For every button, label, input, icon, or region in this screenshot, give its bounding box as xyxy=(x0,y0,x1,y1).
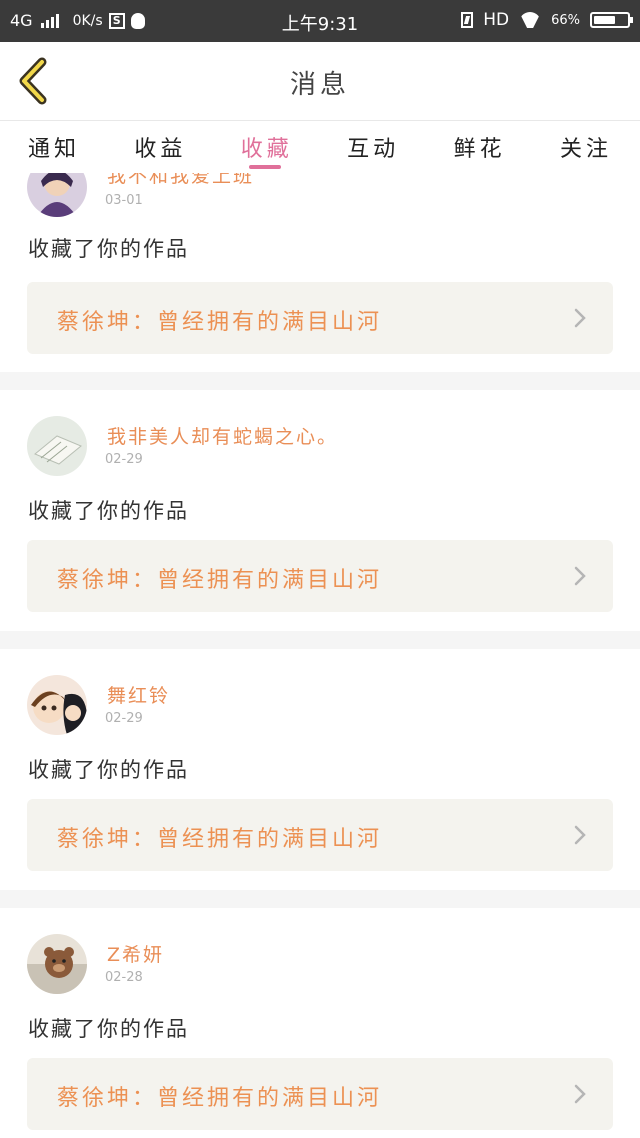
tab-label: 收益 xyxy=(134,137,187,162)
tab-bar: 通知 收益 收藏 互动 鲜花 关注 xyxy=(0,121,640,173)
avatar-anime-girls-icon[interactable] xyxy=(27,675,87,735)
list-item: 我非美人却有蛇蝎之心。 02-29 收藏了你的作品 蔡徐坤：曾经拥有的满目山河 xyxy=(0,390,640,631)
tab-notifications[interactable]: 通知 xyxy=(28,121,80,173)
battery-level xyxy=(594,16,615,24)
tab-interactions[interactable]: 互动 xyxy=(347,121,399,173)
username[interactable]: Z希妍 xyxy=(107,940,164,967)
tab-follows[interactable]: 关注 xyxy=(560,121,612,173)
chevron-right-icon xyxy=(574,825,586,845)
work-link[interactable]: 蔡徐坤：曾经拥有的满目山河 xyxy=(27,282,613,354)
date: 03-01 xyxy=(105,193,143,208)
hd-label: HD xyxy=(483,10,510,30)
message-text: 收藏了你的作品 xyxy=(28,499,189,523)
tab-label: 关注 xyxy=(559,137,612,162)
avatar-bear-icon[interactable] xyxy=(27,934,87,994)
list-item: Z希妍 02-28 收藏了你的作品 蔡徐坤：曾经拥有的满目山河 xyxy=(0,908,640,1138)
work-link[interactable]: 蔡徐坤：曾经拥有的满目山河 xyxy=(27,540,613,612)
work-title: 蔡徐坤：曾经拥有的满目山河 xyxy=(57,1086,383,1111)
tab-flowers[interactable]: 鲜花 xyxy=(454,121,506,173)
work-title: 蔡徐坤：曾经拥有的满目山河 xyxy=(57,568,383,593)
message-text: 收藏了你的作品 xyxy=(28,237,189,261)
message-text: 收藏了你的作品 xyxy=(28,1017,189,1041)
header: 消息 xyxy=(0,42,640,121)
avatar-purple-character-icon[interactable] xyxy=(27,173,87,217)
chevron-right-icon xyxy=(574,566,586,586)
divider xyxy=(0,890,640,908)
charging-icon xyxy=(461,12,474,28)
active-tab-indicator xyxy=(248,165,281,169)
wifi-icon xyxy=(519,12,541,28)
battery-icon xyxy=(590,12,633,28)
date: 02-28 xyxy=(105,970,143,985)
tab-earnings[interactable]: 收益 xyxy=(134,121,186,173)
username[interactable]: 我非美人却有蛇蝎之心。 xyxy=(107,422,338,449)
date: 02-29 xyxy=(105,711,143,726)
message-text: 收藏了你的作品 xyxy=(28,758,189,782)
work-title: 蔡徐坤：曾经拥有的满目山河 xyxy=(57,310,383,335)
work-title: 蔡徐坤：曾经拥有的满目山河 xyxy=(57,827,383,852)
tab-favorites[interactable]: 收藏 xyxy=(241,121,293,173)
tab-label: 鲜花 xyxy=(453,137,506,162)
avatar-sketch-icon[interactable] xyxy=(27,416,87,476)
page-title: 消息 xyxy=(289,70,350,100)
tab-label: 通知 xyxy=(28,137,81,162)
divider xyxy=(0,631,640,649)
status-bar: 4G 0K/s S 上午9:31 HD 66% xyxy=(0,0,640,42)
date: 02-29 xyxy=(105,452,143,467)
chevron-right-icon xyxy=(574,1084,586,1104)
message-list[interactable]: 我不和我爱上班 03-01 收藏了你的作品 蔡徐坤：曾经拥有的满目山河 我非美人… xyxy=(0,173,640,1138)
username[interactable]: 我不和我爱上班 xyxy=(107,173,254,188)
status-right: HD 66% xyxy=(461,10,633,30)
work-link[interactable]: 蔡徐坤：曾经拥有的满目山河 xyxy=(27,1058,613,1130)
work-link[interactable]: 蔡徐坤：曾经拥有的满目山河 xyxy=(27,799,613,871)
tab-label: 收藏 xyxy=(240,137,293,162)
list-item: 我不和我爱上班 03-01 收藏了你的作品 蔡徐坤：曾经拥有的满目山河 xyxy=(0,173,640,373)
divider xyxy=(0,372,640,390)
chevron-right-icon xyxy=(574,308,586,328)
tab-label: 互动 xyxy=(347,137,400,162)
list-item: 舞红铃 02-29 收藏了你的作品 蔡徐坤：曾经拥有的满目山河 xyxy=(0,649,640,890)
battery-percent: 66% xyxy=(551,12,580,28)
username[interactable]: 舞红铃 xyxy=(107,681,170,708)
